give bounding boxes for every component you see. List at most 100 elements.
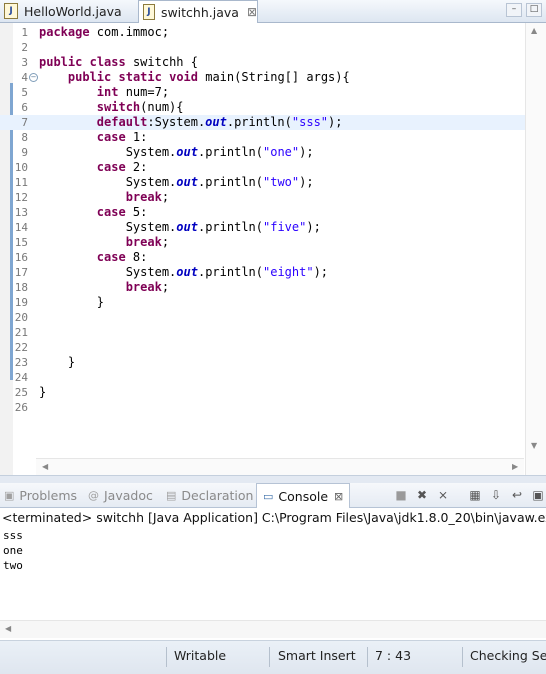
scroll-left-icon[interactable]: ◀: [42, 462, 48, 471]
code-line[interactable]: 12 break;: [0, 190, 530, 205]
line-number: 3: [21, 56, 28, 69]
line-number: 12: [14, 191, 28, 204]
status-insert-mode: Smart Insert: [278, 648, 356, 663]
horizontal-scrollbar[interactable]: ◀ ▶: [36, 458, 524, 476]
panel-tab-bar: ▣ Problems @ Javadoc ▤ Declaration ▭ Con…: [0, 483, 546, 508]
fold-collapse-icon[interactable]: −: [29, 73, 38, 82]
minimize-button[interactable]: –: [506, 3, 522, 17]
code-text: break;: [125, 280, 170, 294]
scroll-up-icon[interactable]: ▲: [531, 26, 537, 35]
close-icon[interactable]: ⊠: [247, 5, 257, 19]
code-line[interactable]: 3 public class switchh {: [0, 55, 530, 70]
tab-label: Problems: [19, 487, 78, 503]
tab-console[interactable]: ▭ Console ⊠: [256, 483, 351, 508]
tab-problems[interactable]: ▣ Problems: [4, 483, 77, 507]
code-editor[interactable]: 1 package com.immoc; 2 3 public class switch…: [0, 23, 546, 476]
code-line[interactable]: 17 System.out.println("eight");: [0, 265, 530, 280]
declaration-icon: ▤: [166, 488, 177, 502]
code-line[interactable]: 6 switch(num){: [0, 100, 530, 115]
tab-label: switchh.java: [160, 4, 239, 20]
scroll-left-icon[interactable]: ◀: [5, 624, 11, 633]
console-horizontal-scrollbar[interactable]: ◀: [0, 620, 546, 638]
line-number: 2: [21, 41, 28, 54]
java-file-icon: J: [4, 3, 18, 19]
tab-switchh-java[interactable]: J switchh.java ⊠: [138, 0, 258, 23]
maximize-button[interactable]: □: [526, 3, 542, 17]
terminate-icon[interactable]: ■: [393, 487, 409, 503]
code-line[interactable]: 2: [0, 40, 530, 55]
code-text: }: [39, 355, 76, 369]
code-line[interactable]: 26: [0, 400, 530, 415]
vertical-scrollbar[interactable]: ▲ ▼: [525, 23, 546, 475]
code-line[interactable]: 5 int num=7;: [0, 85, 530, 100]
editor-tab-bar: J HelloWorld.java J switchh.java ⊠ – □: [0, 0, 546, 23]
tab-label: Javadoc: [104, 487, 153, 503]
line-number: 26: [14, 401, 28, 414]
code-text: }: [39, 295, 105, 309]
word-wrap-icon[interactable]: ↩: [509, 487, 525, 503]
code-line[interactable]: 11 System.out.println("two");: [0, 175, 530, 190]
code-text: case 1:: [96, 130, 148, 144]
tab-label: HelloWorld.java: [24, 3, 122, 19]
code-line[interactable]: 4− public static void main(String[] args…: [0, 70, 530, 85]
code-text: int num=7;: [96, 85, 170, 99]
code-line[interactable]: 21: [0, 325, 530, 340]
line-number: 13: [14, 206, 28, 219]
line-number: 10: [14, 161, 28, 174]
console-output[interactable]: sss one two: [0, 528, 546, 620]
console-line: two: [3, 559, 23, 572]
line-number: 23: [14, 356, 28, 369]
tab-helloworld-java[interactable]: J HelloWorld.java: [0, 0, 136, 22]
tab-label: Console: [278, 488, 329, 504]
tab-label: Declaration: [181, 487, 254, 503]
line-number: 6: [21, 101, 28, 114]
line-number: 4: [21, 71, 28, 84]
code-line[interactable]: 15 break;: [0, 235, 530, 250]
code-line[interactable]: 25}: [0, 385, 530, 400]
code-text: public class switchh {: [39, 55, 198, 69]
line-number: 22: [14, 341, 28, 354]
line-number: 25: [14, 386, 28, 399]
code-text: case 2:: [96, 160, 148, 174]
line-number: 9: [21, 146, 28, 159]
code-line[interactable]: 22: [0, 340, 530, 355]
tab-declaration[interactable]: ▤ Declaration: [166, 483, 253, 507]
code-line[interactable]: 9 System.out.println("one");: [0, 145, 530, 160]
code-line[interactable]: 19 }: [0, 295, 530, 310]
console-toolbar: ■ ✖ ⨯ ▦ ⇩ ↩ ▣: [393, 487, 546, 503]
code-line[interactable]: 20: [0, 310, 530, 325]
code-line[interactable]: 24: [0, 370, 530, 385]
line-number: 1: [21, 26, 28, 39]
code-line[interactable]: 13 case 5:: [0, 205, 530, 220]
code-line[interactable]: 16 case 8:: [0, 250, 530, 265]
clear-console-icon[interactable]: ▦: [467, 487, 483, 503]
problems-icon: ▣: [4, 488, 15, 502]
line-number: 17: [14, 266, 28, 279]
remove-launch-icon[interactable]: ✖: [414, 487, 430, 503]
code-line[interactable]: 23 }: [0, 355, 530, 370]
scroll-lock-icon[interactable]: ⇩: [488, 487, 504, 503]
code-text: break;: [125, 235, 170, 249]
code-line[interactable]: 18 break;: [0, 280, 530, 295]
code-text: }: [39, 385, 47, 399]
tab-javadoc[interactable]: @ Javadoc: [88, 483, 153, 507]
pin-console-icon[interactable]: ▣: [530, 487, 546, 503]
line-number: 24: [14, 371, 28, 384]
close-icon[interactable]: ⊠: [334, 490, 343, 503]
code-text: System.out.println("eight");: [39, 265, 329, 279]
code-line[interactable]: 14 System.out.println("five");: [0, 220, 530, 235]
code-text: public static void main(String[] args){: [67, 70, 350, 84]
scroll-right-icon[interactable]: ▶: [512, 462, 518, 471]
remove-all-terminated-icon[interactable]: ⨯: [435, 487, 451, 503]
scroll-down-icon[interactable]: ▼: [531, 441, 537, 450]
line-number: 21: [14, 326, 28, 339]
code-text: System.out.println("one");: [39, 145, 314, 159]
code-line[interactable]: 10 case 2:: [0, 160, 530, 175]
line-number: 19: [14, 296, 28, 309]
code-line[interactable]: 1 package com.immoc;: [0, 25, 530, 40]
code-text: default:System.out.println("sss");: [96, 115, 343, 129]
status-writable: Writable: [174, 648, 227, 663]
code-line[interactable]: 7 default:System.out.println("sss");: [0, 115, 530, 130]
console-icon: ▭: [263, 489, 274, 503]
code-line[interactable]: 8 case 1:: [0, 130, 530, 145]
